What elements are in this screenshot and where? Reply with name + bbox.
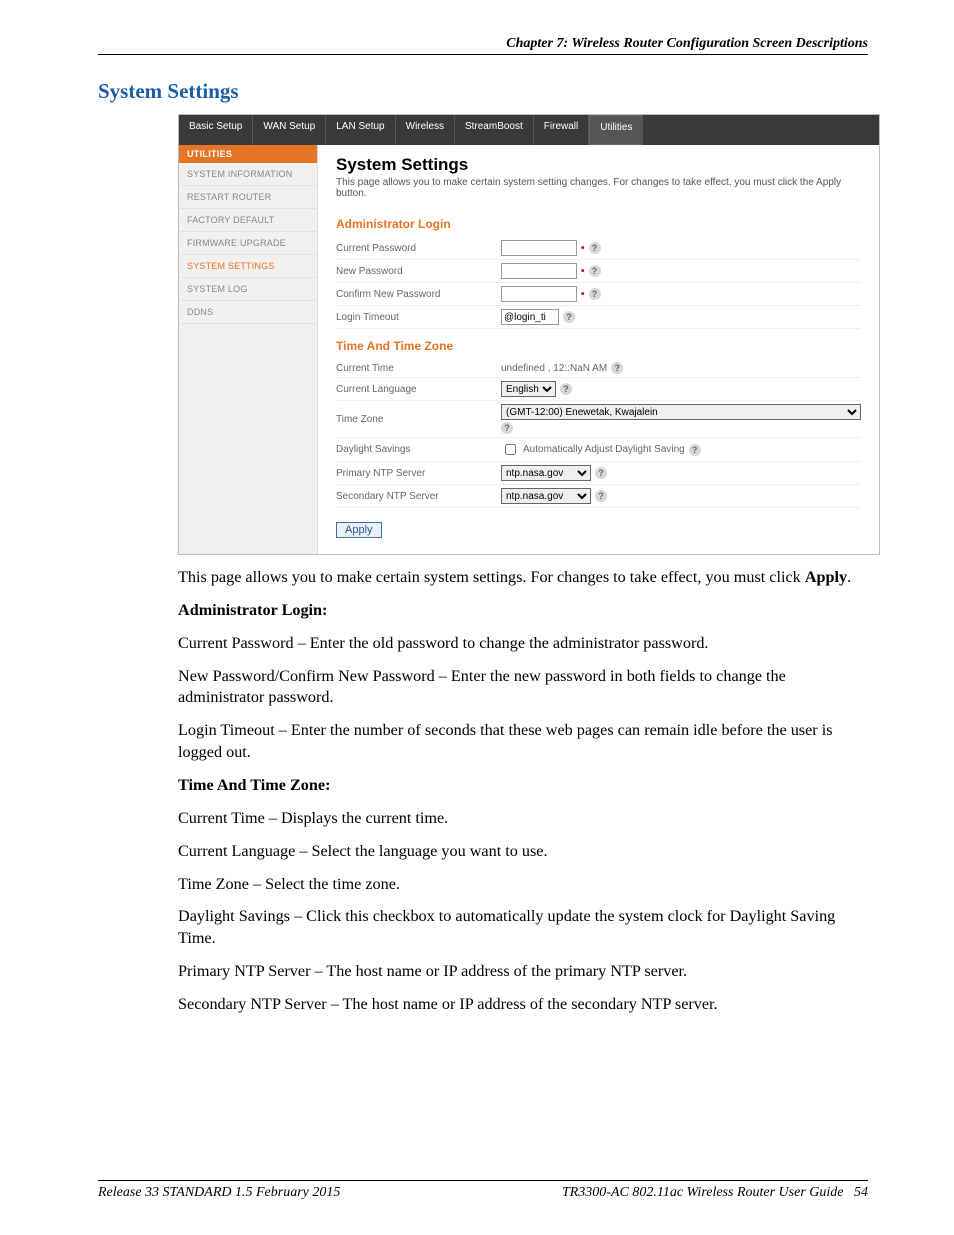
label-confirm-new-password: Confirm New Password — [336, 289, 501, 300]
paragraph: Secondary NTP Server – The host name or … — [178, 994, 868, 1016]
label-primary-ntp: Primary NTP Server — [336, 468, 501, 479]
sidebar: UTILITIES SYSTEM INFORMATION RESTART ROU… — [179, 145, 318, 554]
label-login-timeout: Login Timeout — [336, 312, 501, 323]
confirm-new-password-input[interactable] — [501, 286, 577, 302]
row-secondary-ntp: Secondary NTP Server ntp.nasa.gov ? — [336, 485, 861, 508]
help-icon[interactable]: ? — [611, 362, 623, 374]
label-secondary-ntp: Secondary NTP Server — [336, 491, 501, 502]
label-time-zone: Time Zone — [336, 414, 501, 425]
section-title: System Settings — [98, 79, 868, 104]
tab-streamboost[interactable]: StreamBoost — [455, 115, 534, 145]
help-icon[interactable]: ? — [589, 288, 601, 300]
label-daylight-savings: Daylight Savings — [336, 444, 501, 455]
label-new-password: New Password — [336, 266, 501, 277]
paragraph: Current Time – Displays the current time… — [178, 808, 868, 830]
sidebar-item-ddns[interactable]: DDNS — [179, 301, 317, 324]
label-current-language: Current Language — [336, 384, 501, 395]
sidebar-item-system-settings[interactable]: SYSTEM SETTINGS — [179, 255, 317, 278]
sidebar-item-restart-router[interactable]: RESTART ROUTER — [179, 186, 317, 209]
row-primary-ntp: Primary NTP Server ntp.nasa.gov ? — [336, 462, 861, 485]
help-icon[interactable]: ? — [595, 467, 607, 479]
paragraph: This page allows you to make certain sys… — [178, 567, 868, 589]
new-password-input[interactable] — [501, 263, 577, 279]
header-rule — [98, 54, 868, 55]
required-icon: • — [581, 289, 585, 300]
sidebar-header: UTILITIES — [179, 145, 317, 163]
panel-description: This page allows you to make certain sys… — [336, 177, 861, 199]
tab-wireless[interactable]: Wireless — [396, 115, 455, 145]
help-icon[interactable]: ? — [560, 383, 572, 395]
paragraph: Current Language – Select the language y… — [178, 841, 868, 863]
row-confirm-new-password: Confirm New Password • ? — [336, 283, 861, 306]
row-current-time: Current Time undefined , 12::NaN AM ? — [336, 359, 861, 378]
current-language-select[interactable]: English — [501, 381, 556, 397]
row-current-language: Current Language English ? — [336, 378, 861, 401]
paragraph: Primary NTP Server – The host name or IP… — [178, 961, 868, 983]
current-password-input[interactable] — [501, 240, 577, 256]
daylight-savings-checkbox[interactable] — [505, 444, 516, 455]
help-icon[interactable]: ? — [689, 444, 701, 456]
paragraph: Daylight Savings – Click this checkbox t… — [178, 906, 868, 950]
tab-lan-setup[interactable]: LAN Setup — [326, 115, 395, 145]
subheading-admin-login: Administrator Login: — [178, 600, 868, 622]
body-text: This page allows you to make certain sys… — [178, 567, 868, 1016]
footer-left: Release 33 STANDARD 1.5 February 2015 — [98, 1185, 340, 1201]
paragraph: Current Password – Enter the old passwor… — [178, 633, 868, 655]
admin-login-header: Administrator Login — [336, 217, 861, 231]
tab-firewall[interactable]: Firewall — [534, 115, 589, 145]
tab-basic-setup[interactable]: Basic Setup — [179, 115, 253, 145]
row-login-timeout: Login Timeout ? — [336, 306, 861, 329]
row-new-password: New Password • ? — [336, 260, 861, 283]
paragraph: Login Timeout – Enter the number of seco… — [178, 720, 868, 764]
current-time-value: undefined , 12::NaN AM — [501, 363, 607, 374]
paragraph: New Password/Confirm New Password – Ente… — [178, 666, 868, 710]
sidebar-item-factory-default[interactable]: FACTORY DEFAULT — [179, 209, 317, 232]
chapter-header: Chapter 7: Wireless Router Configuration… — [98, 36, 868, 52]
sidebar-item-system-log[interactable]: SYSTEM LOG — [179, 278, 317, 301]
sidebar-item-system-information[interactable]: SYSTEM INFORMATION — [179, 163, 317, 186]
sidebar-item-firmware-upgrade[interactable]: FIRMWARE UPGRADE — [179, 232, 317, 255]
footer-right: TR3300-AC 802.11ac Wireless Router User … — [562, 1185, 868, 1201]
row-current-password: Current Password • ? — [336, 237, 861, 260]
row-time-zone: Time Zone (GMT-12:00) Enewetak, Kwajalei… — [336, 401, 861, 438]
label-current-time: Current Time — [336, 363, 501, 374]
secondary-ntp-select[interactable]: ntp.nasa.gov — [501, 488, 591, 504]
required-icon: • — [581, 243, 585, 254]
help-icon[interactable]: ? — [589, 242, 601, 254]
page-footer: Release 33 STANDARD 1.5 February 2015 TR… — [98, 1180, 868, 1201]
main-nav: Basic Setup WAN Setup LAN Setup Wireless… — [179, 115, 879, 145]
router-ui-screenshot: Basic Setup WAN Setup LAN Setup Wireless… — [178, 114, 880, 555]
subheading-time-zone: Time And Time Zone: — [178, 775, 868, 797]
help-icon[interactable]: ? — [589, 265, 601, 277]
tab-utilities[interactable]: Utilities — [589, 115, 643, 145]
help-icon[interactable]: ? — [563, 311, 575, 323]
panel-title: System Settings — [336, 155, 861, 175]
required-icon: • — [581, 266, 585, 277]
login-timeout-input[interactable] — [501, 309, 559, 325]
tab-wan-setup[interactable]: WAN Setup — [253, 115, 326, 145]
primary-ntp-select[interactable]: ntp.nasa.gov — [501, 465, 591, 481]
label-current-password: Current Password — [336, 243, 501, 254]
row-daylight-savings: Daylight Savings Automatically Adjust Da… — [336, 438, 861, 462]
help-icon[interactable]: ? — [501, 422, 513, 434]
help-icon[interactable]: ? — [595, 490, 607, 502]
main-panel: System Settings This page allows you to … — [318, 145, 879, 554]
paragraph: Time Zone – Select the time zone. — [178, 874, 868, 896]
apply-button[interactable]: Apply — [336, 522, 382, 538]
daylight-savings-text: Automatically Adjust Daylight Saving — [523, 444, 685, 455]
time-zone-select[interactable]: (GMT-12:00) Enewetak, Kwajalein — [501, 404, 861, 420]
footer-rule — [98, 1180, 868, 1181]
time-zone-header: Time And Time Zone — [336, 339, 861, 353]
